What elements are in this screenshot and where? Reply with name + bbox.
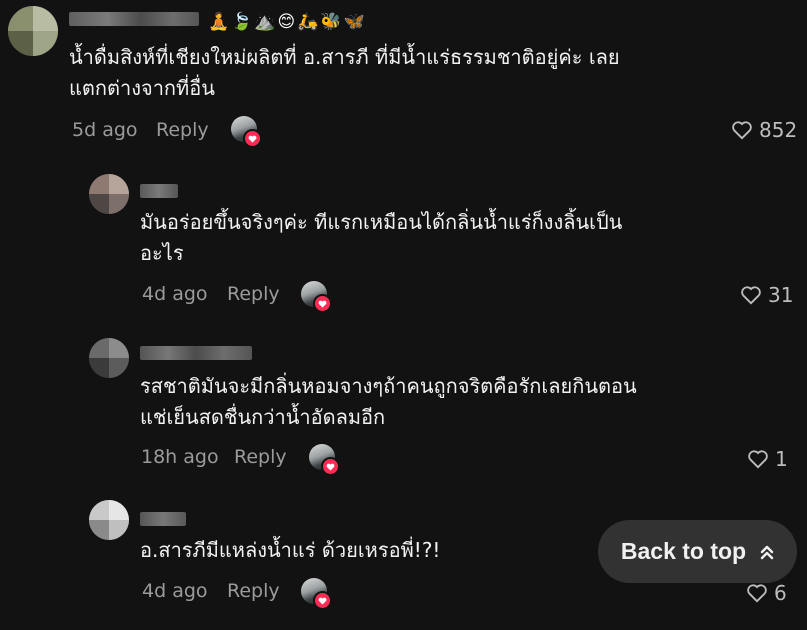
comment-text: รสชาติมันจะมีกลิ่นหอมจางๆถ้าคนถูกจริตคือ… [140, 374, 637, 429]
back-to-top-label: Back to top [620, 538, 747, 564]
reply-button[interactable]: Reply [227, 579, 280, 603]
like-button[interactable]: 6 [746, 581, 787, 605]
creator-liked-avatar [309, 444, 340, 476]
comment-timestamp: 18h ago [141, 446, 219, 468]
username-blurred[interactable] [69, 12, 199, 26]
avatar[interactable] [89, 338, 129, 378]
double-chevron-up-icon [760, 545, 774, 559]
like-count: 1 [775, 447, 788, 471]
heart-outline-icon [747, 584, 767, 603]
username-blurred[interactable] [140, 184, 178, 198]
username-blurred[interactable] [140, 512, 186, 526]
heart-badge-icon [313, 591, 332, 610]
comment-timestamp: 4d ago [142, 283, 208, 305]
like-button[interactable]: 852 [731, 118, 797, 142]
like-count: 31 [768, 283, 794, 307]
emoji-row: 🧘🍃⛰️😊🛵🐝🦋 [208, 12, 367, 32]
creator-liked-avatar [231, 116, 262, 148]
avatar[interactable] [89, 500, 129, 540]
back-to-top-button[interactable]: Back to top [598, 520, 797, 583]
like-button[interactable]: 31 [740, 283, 793, 307]
heart-outline-icon [741, 286, 761, 305]
comment-timestamp: 4d ago [142, 580, 208, 602]
reply-button[interactable]: Reply [234, 445, 287, 469]
avatar[interactable] [89, 174, 129, 214]
heart-badge-icon [321, 457, 340, 476]
reply-button[interactable]: Reply [156, 118, 209, 142]
like-count: 852 [759, 118, 798, 142]
like-button[interactable]: 1 [747, 447, 788, 471]
creator-liked-avatar [301, 281, 332, 313]
reply-button[interactable]: Reply [227, 282, 280, 306]
comment-timestamp: 5d ago [72, 119, 138, 141]
heart-outline-icon [732, 121, 752, 140]
heart-badge-icon [313, 294, 332, 313]
heart-badge-icon [243, 129, 262, 148]
creator-liked-avatar [301, 578, 332, 610]
avatar[interactable] [8, 6, 58, 56]
comment-text: อ.สารภีมีแหล่งน้ำแร่ ด้วยเหรอพี่!?! [140, 538, 441, 562]
comment-text: มันอร่อยขึ้นจริงๆค่ะ ทีแรกเหมือนได้กลิ่น… [140, 210, 623, 265]
heart-outline-icon [748, 450, 768, 469]
like-count: 6 [774, 581, 787, 605]
comment-text: น้ำดื่มสิงห์ที่เชียงใหม่ผลิตที่ อ.สารภี … [69, 45, 620, 100]
username-blurred[interactable] [140, 346, 252, 360]
